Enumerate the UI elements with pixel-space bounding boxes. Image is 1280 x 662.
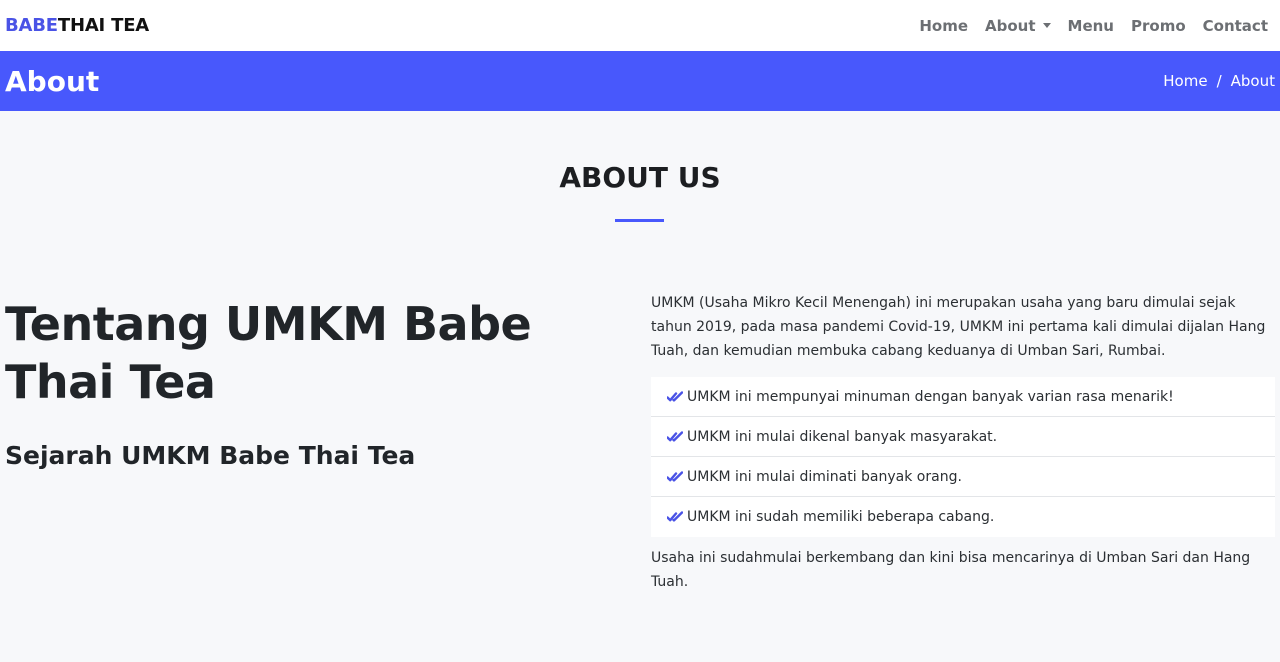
list-item: UMKM ini sudah memiliki beberapa cabang.	[651, 497, 1275, 537]
nav-about-label: About	[985, 16, 1036, 35]
about-left-column: Tentang UMKM Babe Thai Tea Sejarah UMKM …	[5, 295, 625, 470]
breadcrumb-home[interactable]: Home	[1163, 72, 1207, 90]
about-paragraph-2: Usaha ini sudahmulai berkembang dan kini…	[651, 550, 1251, 590]
main-nav: Home About Menu Promo Contact	[902, 17, 1268, 35]
brand-logo[interactable]: BABETHAI TEA	[5, 15, 149, 36]
breadcrumb-current: About	[1230, 72, 1275, 90]
list-item: UMKM ini mempunyai minuman dengan banyak…	[651, 377, 1275, 417]
breadcrumb: Home / About	[1163, 72, 1275, 90]
list-item-text: UMKM ini mempunyai minuman dengan banyak…	[687, 388, 1174, 405]
nav-home[interactable]: Home	[919, 17, 968, 35]
double-check-icon	[667, 429, 683, 445]
double-check-icon	[667, 389, 683, 405]
list-item: UMKM ini mulai dikenal banyak masyarakat…	[651, 417, 1275, 457]
double-check-icon	[667, 509, 683, 525]
brand-part2: THAI TEA	[57, 15, 150, 36]
breadcrumb-separator: /	[1216, 72, 1222, 90]
nav-menu[interactable]: Menu	[1068, 17, 1114, 35]
chevron-down-icon	[1042, 23, 1051, 28]
list-item-text: UMKM ini sudah memiliki beberapa cabang.	[687, 509, 995, 525]
about-subheading: Sejarah UMKM Babe Thai Tea	[5, 441, 416, 470]
nav-about-dropdown[interactable]: About	[985, 17, 1051, 35]
nav-contact[interactable]: Contact	[1203, 17, 1268, 35]
about-right-column: UMKM (Usaha Mikro Kecil Menengah) ini me…	[651, 291, 1275, 594]
nav-promo[interactable]: Promo	[1131, 17, 1186, 35]
section-title-underline	[615, 219, 664, 222]
list-item-text: UMKM ini mulai diminati banyak orang.	[687, 468, 962, 485]
list-item-text: UMKM ini mulai dikenal banyak masyarakat…	[687, 428, 998, 445]
about-heading: Tentang UMKM Babe Thai Tea	[5, 297, 532, 409]
about-section: ABOUT US Tentang UMKM Babe Thai Tea Seja…	[0, 111, 1280, 662]
feature-list: UMKM ini mempunyai minuman dengan banyak…	[651, 377, 1275, 537]
section-title: ABOUT US	[559, 161, 721, 194]
list-item: UMKM ini mulai diminati banyak orang.	[651, 457, 1275, 497]
page-banner: About Home / About	[0, 51, 1280, 111]
navbar: BABETHAI TEA Home About Menu Promo Conta…	[0, 0, 1280, 51]
page-title: About	[5, 64, 100, 98]
about-paragraph: UMKM (Usaha Mikro Kecil Menengah) ini me…	[651, 295, 1266, 359]
brand-part1: BABE	[5, 15, 58, 36]
double-check-icon	[667, 469, 683, 485]
